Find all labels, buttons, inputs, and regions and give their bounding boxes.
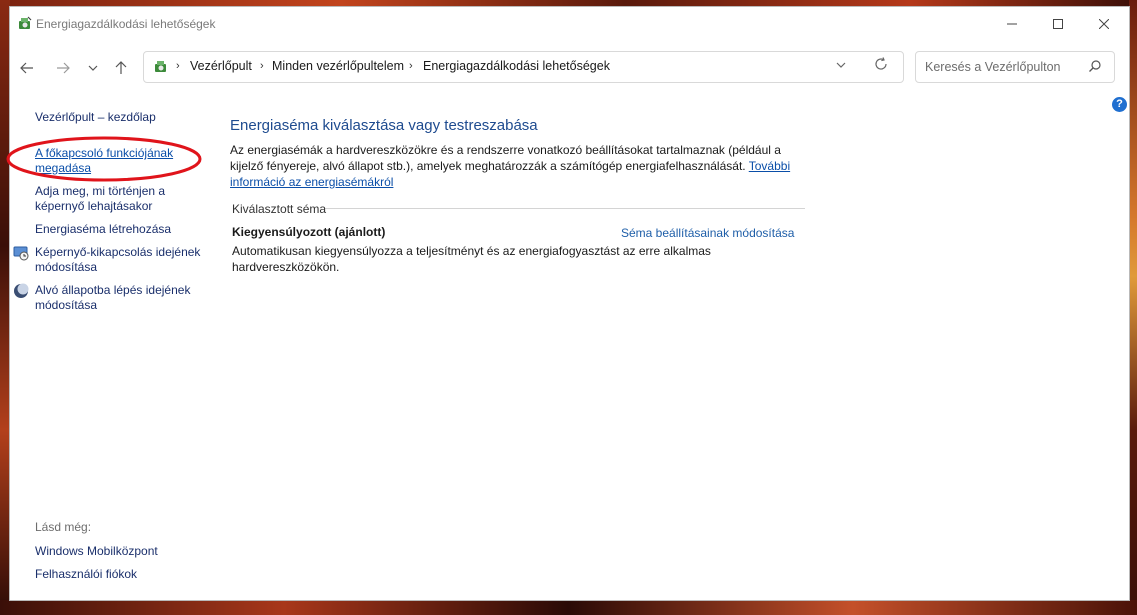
arrow-right-icon (57, 62, 70, 74)
breadcrumb-power-options[interactable]: Energiagazdálkodási lehetőségek (423, 59, 610, 73)
chevron-down-icon (88, 65, 98, 71)
breadcrumb-control-panel[interactable]: Vezérlőpult (190, 59, 252, 73)
close-button[interactable] (1081, 7, 1127, 41)
sleep-moon-icon (14, 283, 29, 298)
control-panel-window: Energiagazdálkodási lehetőségek › Vezérl… (6, 6, 1130, 601)
desktop-wallpaper-bottom (0, 600, 1137, 615)
close-icon (1099, 19, 1109, 29)
breadcrumb-all-items[interactable]: Minden vezérlőpultelem (272, 59, 404, 73)
forward-button[interactable] (50, 55, 76, 81)
search-box[interactable]: Keresés a Vezérlőpulton (915, 51, 1115, 83)
change-plan-settings-link[interactable]: Séma beállításainak módosítása (621, 226, 794, 240)
desktop-wallpaper-right (1129, 0, 1137, 615)
arrow-left-icon (20, 62, 33, 74)
minimize-button[interactable] (989, 7, 1035, 41)
power-button-function-link[interactable]: A főkapcsoló funkciójának megadása (35, 146, 185, 176)
selected-plan-label: Kiválasztott séma (232, 202, 327, 216)
arrow-up-icon (115, 61, 127, 74)
minimize-icon (1007, 23, 1017, 25)
breadcrumb-separator[interactable]: › (260, 60, 264, 72)
title-bar[interactable]: Energiagazdálkodási lehetőségek (10, 7, 1129, 41)
description-text: Az energiasémák a hardvereszközökre és a… (230, 143, 781, 173)
plan-description: Automatikusan kiegyensúlyozza a teljesít… (232, 244, 711, 274)
power-options-icon (155, 61, 166, 72)
refresh-icon (875, 57, 887, 70)
navigation-bar: › Vezérlőpult › Minden vezérlőpultelem ›… (10, 47, 1129, 87)
create-power-plan-link[interactable]: Energiaséma létrehozása (35, 222, 171, 237)
page-description: Az energiasémák a hardvereszközökre és a… (230, 142, 810, 190)
address-bar[interactable]: › Vezérlőpult › Minden vezérlőpultelem ›… (143, 51, 904, 83)
recent-locations-button[interactable] (80, 55, 106, 81)
display-timer-icon (13, 246, 29, 261)
user-accounts-link[interactable]: Felhasználói fiókok (35, 567, 137, 581)
plan-name: Kiegyensúlyozott (ajánlott) (232, 225, 386, 239)
maximize-button[interactable] (1035, 7, 1081, 41)
see-also-label: Lásd még: (35, 520, 92, 534)
up-button[interactable] (108, 55, 134, 81)
search-icon[interactable] (1088, 59, 1102, 73)
lid-close-action-link[interactable]: Adja meg, mi történjen a képernyő lehajt… (35, 184, 185, 214)
control-panel-home-link[interactable]: Vezérlőpult – kezdőlap (35, 110, 156, 125)
mobility-center-link[interactable]: Windows Mobilközpont (35, 544, 158, 558)
chevron-down-icon (836, 62, 846, 68)
refresh-button[interactable] (874, 57, 888, 75)
help-icon[interactable]: ? (1112, 97, 1127, 112)
back-button[interactable] (14, 55, 40, 81)
address-dropdown-button[interactable] (836, 59, 846, 71)
window-title: Energiagazdálkodási lehetőségek (36, 17, 216, 31)
breadcrumb-separator[interactable]: › (176, 60, 180, 72)
maximize-icon (1053, 19, 1063, 29)
breadcrumb-separator[interactable]: › (409, 60, 413, 72)
page-title: Energiaséma kiválasztása vagy testreszab… (230, 117, 538, 134)
display-off-time-link[interactable]: Képernyő-kikapcsolás idejének módosítása (35, 245, 205, 275)
sleep-time-link[interactable]: Alvó állapotba lépés idejének módosítása (35, 283, 205, 313)
power-options-icon (19, 16, 32, 29)
search-input[interactable]: Keresés a Vezérlőpulton (925, 60, 1061, 74)
